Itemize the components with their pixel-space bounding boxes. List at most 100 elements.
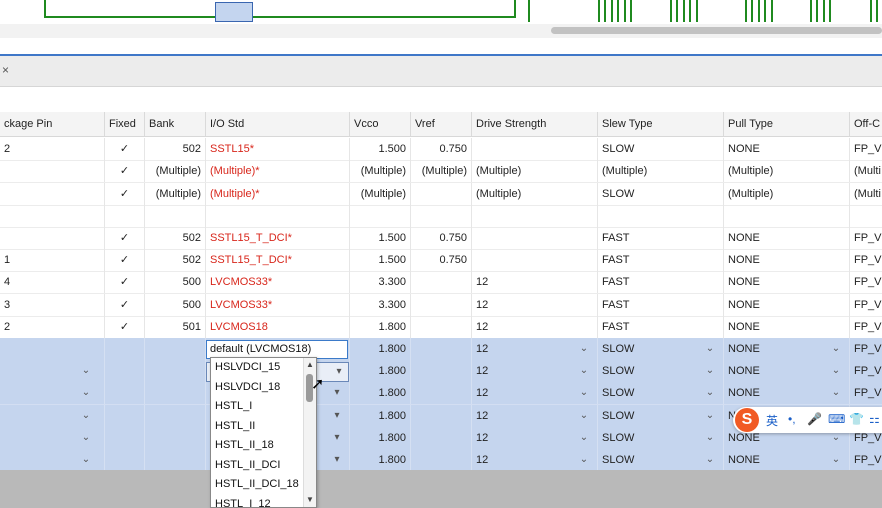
- cell-iostd[interactable]: SSTL15_T_DCI*: [206, 227, 350, 249]
- cell-vref[interactable]: [411, 294, 472, 316]
- cell-drive[interactable]: (Multiple): [472, 183, 598, 205]
- cell-fixed[interactable]: ✓: [105, 249, 145, 271]
- chevron-down-icon[interactable]: ⌄: [704, 365, 716, 377]
- cell-vref[interactable]: 0.750: [411, 138, 472, 160]
- chevron-down-icon[interactable]: ⌄: [578, 343, 590, 355]
- table-row[interactable]: 1.800 12 SLOW NONE FP_V ⌄ ⌄ ⌄ ⌄ ▾: [0, 449, 882, 472]
- cell-vcco[interactable]: (Multiple): [350, 183, 411, 205]
- cell-fixed[interactable]: [105, 360, 145, 382]
- chevron-down-icon[interactable]: ⌄: [80, 432, 92, 444]
- chevron-down-icon[interactable]: ⌄: [830, 432, 842, 444]
- column-header-slew-type[interactable]: Slew Type: [598, 112, 724, 136]
- cell-pin[interactable]: 3: [0, 294, 105, 316]
- cell-bank[interactable]: (Multiple): [145, 183, 206, 205]
- cell-drive[interactable]: [472, 249, 598, 271]
- close-icon[interactable]: ×: [2, 63, 9, 77]
- cell-iostd[interactable]: LVCMOS33*: [206, 294, 350, 316]
- chevron-down-icon[interactable]: ⌄: [578, 365, 590, 377]
- cell-pull[interactable]: (Multiple): [724, 183, 850, 205]
- cell-vcco[interactable]: 1.800: [350, 427, 411, 449]
- cell-bank[interactable]: 501: [145, 316, 206, 338]
- dropdown-option[interactable]: HSTL_I_12: [211, 495, 316, 508]
- cell-slew[interactable]: FAST: [598, 271, 724, 293]
- cell-fixed[interactable]: ✓: [105, 138, 145, 160]
- toolbox-icon[interactable]: ⚏: [869, 412, 880, 426]
- cell-pull[interactable]: NONE: [724, 271, 850, 293]
- cell-fixed[interactable]: [105, 427, 145, 449]
- chevron-down-icon[interactable]: ▾: [331, 454, 343, 466]
- cell-drive[interactable]: [472, 205, 598, 227]
- cell-pull[interactable]: [724, 205, 850, 227]
- cell-vcco[interactable]: (Multiple): [350, 160, 411, 182]
- cell-drive[interactable]: [472, 227, 598, 249]
- cell-pull[interactable]: NONE: [724, 227, 850, 249]
- cell-pull[interactable]: NONE: [724, 249, 850, 271]
- column-header-off-chip[interactable]: Off-C: [850, 112, 882, 136]
- cell-pin[interactable]: 2: [0, 316, 105, 338]
- schematic-view[interactable]: [0, 0, 882, 24]
- cell-fixed[interactable]: [105, 405, 145, 427]
- table-row[interactable]: ✓ (Multiple) (Multiple)* (Multiple) (Multipl…: [0, 160, 882, 183]
- column-header-package-pin[interactable]: ckage Pin: [0, 112, 105, 136]
- column-header-fixed[interactable]: Fixed: [105, 112, 145, 136]
- cell-pull[interactable]: NONE: [724, 294, 850, 316]
- cell-fixed[interactable]: ✓: [105, 294, 145, 316]
- cell-vref[interactable]: [411, 205, 472, 227]
- cell-vcco[interactable]: 1.500: [350, 138, 411, 160]
- cell-vcco[interactable]: 1.800: [350, 338, 411, 360]
- cell-pull[interactable]: (Multiple): [724, 160, 850, 182]
- cell-bank[interactable]: [145, 427, 206, 449]
- cell-vref[interactable]: [411, 382, 472, 404]
- cell-iostd[interactable]: LVCMOS18: [206, 316, 350, 338]
- cell-vref[interactable]: [411, 405, 472, 427]
- chevron-down-icon[interactable]: ▾: [331, 387, 343, 399]
- cell-drive[interactable]: 12: [472, 271, 598, 293]
- chevron-down-icon[interactable]: ▼: [304, 494, 316, 506]
- table-row[interactable]: 2 ✓ 502 SSTL15* 1.500 0.750 SLOW NONE FP_V: [0, 138, 882, 161]
- table-row[interactable]: ✓ 502 SSTL15_T_DCI* 1.500 0.750 FAST NONE FP_V: [0, 227, 882, 250]
- dropdown-option[interactable]: HSTL_II_18: [211, 436, 316, 456]
- cell-vref[interactable]: 0.750: [411, 249, 472, 271]
- dropdown-option[interactable]: HSLVDCI_18: [211, 378, 316, 398]
- chevron-down-icon[interactable]: ⌄: [80, 365, 92, 377]
- cell-fixed[interactable]: [105, 382, 145, 404]
- cell-iostd[interactable]: (Multiple)*: [206, 160, 350, 182]
- cell-iostd[interactable]: (Multiple)*: [206, 183, 350, 205]
- cell-offc[interactable]: FP_V: [850, 249, 882, 271]
- cell-vref[interactable]: 0.750: [411, 227, 472, 249]
- cell-drive[interactable]: 12: [472, 294, 598, 316]
- io-std-dropdown-list[interactable]: HSLVDCI_15 HSLVDCI_18 HSTL_I HSTL_II HSTL_II…: [210, 357, 317, 508]
- cell-iostd[interactable]: SSTL15_T_DCI*: [206, 249, 350, 271]
- chevron-down-icon[interactable]: ⌄: [578, 454, 590, 466]
- table-row[interactable]: [0, 205, 882, 228]
- chevron-down-icon[interactable]: ⌄: [830, 343, 842, 355]
- cell-vcco[interactable]: 1.800: [350, 382, 411, 404]
- column-header-vref[interactable]: Vref: [411, 112, 472, 136]
- chevron-down-icon[interactable]: ⌄: [704, 410, 716, 422]
- cell-fixed[interactable]: [105, 338, 145, 360]
- cell-slew[interactable]: SLOW: [598, 183, 724, 205]
- chevron-down-icon[interactable]: ⌄: [830, 387, 842, 399]
- chevron-down-icon[interactable]: ▾: [333, 366, 345, 378]
- skin-icon[interactable]: 👕: [849, 412, 864, 426]
- chevron-down-icon[interactable]: ⌄: [80, 410, 92, 422]
- cell-offc[interactable]: FP_V: [850, 227, 882, 249]
- chevron-down-icon[interactable]: ⌄: [80, 387, 92, 399]
- chevron-down-icon[interactable]: ⌄: [704, 454, 716, 466]
- cell-bank[interactable]: (Multiple): [145, 160, 206, 182]
- cell-vcco[interactable]: 3.300: [350, 294, 411, 316]
- cell-fixed[interactable]: ✓: [105, 183, 145, 205]
- cell-slew[interactable]: [598, 205, 724, 227]
- cell-offc[interactable]: (Multi: [850, 160, 882, 182]
- cell-offc[interactable]: FP_V: [850, 138, 882, 160]
- cell-iostd[interactable]: SSTL15*: [206, 138, 350, 160]
- column-header-vcco[interactable]: Vcco: [350, 112, 411, 136]
- chevron-down-icon[interactable]: ⌄: [578, 432, 590, 444]
- cell-slew[interactable]: (Multiple): [598, 160, 724, 182]
- chevron-down-icon[interactable]: ⌄: [830, 365, 842, 377]
- dropdown-option[interactable]: HSTL_II_DCI: [211, 456, 316, 476]
- cell-vref[interactable]: [411, 183, 472, 205]
- cell-pin[interactable]: 1: [0, 249, 105, 271]
- cell-vcco[interactable]: 1.800: [350, 449, 411, 471]
- cell-vref[interactable]: [411, 338, 472, 360]
